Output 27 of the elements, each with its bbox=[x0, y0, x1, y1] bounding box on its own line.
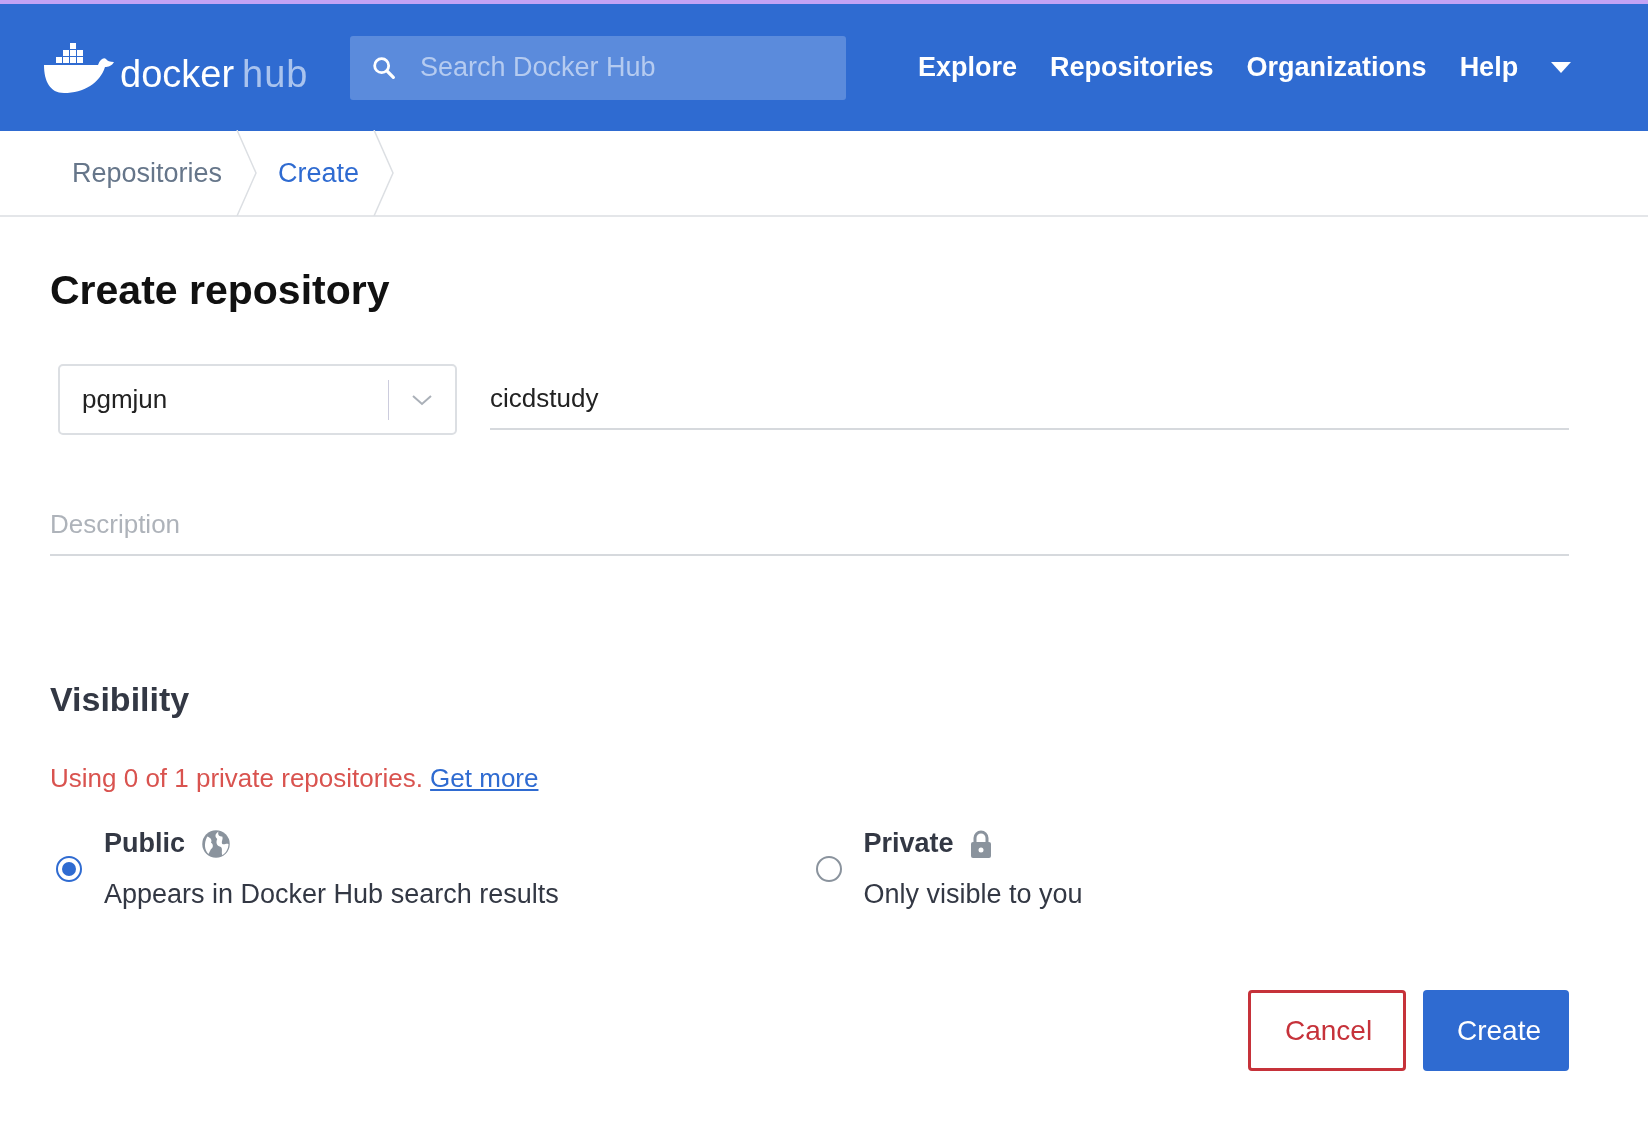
option-label: Private bbox=[863, 828, 954, 859]
chevron-down-icon bbox=[411, 393, 433, 406]
page-title: Create repository bbox=[50, 267, 391, 314]
nav-link[interactable]: Organizations bbox=[1246, 52, 1427, 83]
dropdown-caret-icon[interactable] bbox=[1551, 62, 1572, 73]
cancel-button[interactable]: Cancel bbox=[1248, 990, 1406, 1071]
globe-icon bbox=[201, 828, 231, 859]
usage-notice: Using 0 of 1 private repositories. bbox=[50, 763, 423, 793]
get-more-link[interactable]: Get more bbox=[430, 763, 539, 793]
lock-icon bbox=[969, 829, 992, 858]
breadcrumb-link[interactable]: Create bbox=[278, 157, 360, 189]
logo-text[interactable]: hub bbox=[242, 54, 309, 93]
radio-button[interactable] bbox=[56, 856, 82, 882]
namespace-dropdown[interactable]: pgmjun bbox=[58, 364, 457, 435]
breadcrumb-link[interactable]: Repositories bbox=[72, 157, 223, 189]
logo-text[interactable]: docker bbox=[120, 54, 235, 93]
option-label: Public bbox=[104, 828, 185, 859]
option-description: Only visible to you bbox=[863, 879, 1083, 910]
radio-button[interactable] bbox=[815, 856, 842, 882]
nav-link[interactable]: Repositories bbox=[1050, 52, 1214, 83]
option-description: Appears in Docker Hub search results bbox=[104, 879, 559, 910]
whale-logo-icon[interactable] bbox=[42, 42, 114, 93]
nav-link[interactable]: Help bbox=[1459, 52, 1519, 83]
create-button[interactable]: Create bbox=[1423, 990, 1569, 1071]
search-field[interactable]: Search Docker Hub bbox=[350, 35, 846, 100]
nav-link[interactable]: Explore bbox=[918, 52, 1018, 83]
section-heading: Visibility bbox=[50, 680, 191, 719]
